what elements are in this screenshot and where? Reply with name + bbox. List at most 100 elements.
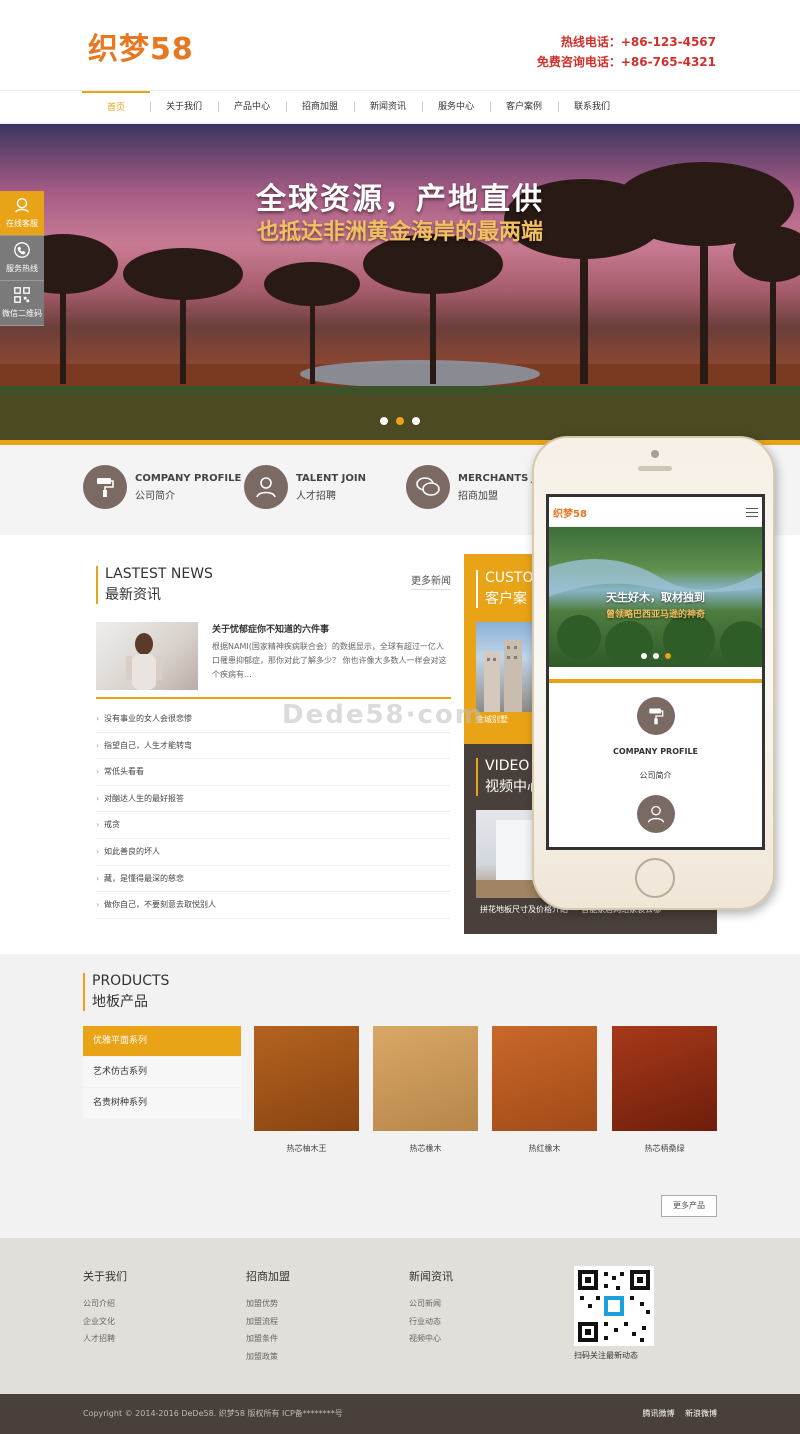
product-card[interactable]: 热芯柚木王 — [254, 1026, 359, 1154]
cases-heading-en: CUSTO — [485, 570, 534, 586]
strip-en-label: TALENT JOIN — [296, 472, 366, 484]
footer-link[interactable]: 人才招聘 — [83, 1333, 127, 1351]
mobile-banner[interactable]: 天生好木，取材独到 曾领略巴西亚马逊的神奇 — [549, 527, 762, 667]
company-profile-link[interactable]: COMPANY PROFILE 公司简介 — [83, 465, 241, 509]
mobile-banner-dot-active[interactable] — [665, 653, 671, 659]
footer-link[interactable]: 加盟流程 — [246, 1316, 290, 1334]
contact-info: 热线电话：+86-123-4567 免费咨询电话：+86-765-4321 — [537, 32, 716, 72]
product-image[interactable] — [254, 1026, 359, 1131]
case-image[interactable] — [476, 622, 536, 712]
mobile-logo[interactable]: 织梦58 — [553, 505, 587, 520]
nav-item-home[interactable]: 首页 — [82, 91, 150, 123]
banner-dot-active[interactable] — [396, 417, 404, 425]
footer-col-title[interactable]: 关于我们 — [83, 1268, 127, 1284]
news-heading-cn: 最新资讯 — [105, 587, 161, 603]
news-list-item[interactable]: 指望自己，人生才能转弯 — [96, 733, 451, 760]
featured-news-excerpt: 根据NAMI(国家精神疾病联合会）的数据显示，全球有超过一亿人口罹患抑郁症，那你… — [212, 642, 447, 679]
products-section: PRODUCTS 地板产品 优雅平面系列 艺术仿古系列 名贵树种系列 热芯柚木王… — [0, 954, 800, 1238]
online-service-label: 在线客服 — [6, 219, 38, 228]
product-name[interactable]: 热芯橡木 — [373, 1143, 478, 1154]
site-logo[interactable]: 织梦58 — [88, 24, 194, 68]
mobile-banner-dot[interactable] — [653, 653, 659, 659]
nav-item-news[interactable]: 新闻资讯 — [354, 91, 422, 123]
banner-subtitle: 也抵达非洲黄金海岸的最两端 — [256, 220, 543, 245]
merchants-join-link[interactable]: MERCHANTS JO 招商加盟 — [406, 465, 544, 509]
news-list-item[interactable]: 如此善良的坏人 — [96, 839, 451, 866]
footer-col-franchise: 招商加盟 加盟优势 加盟流程 加盟条件 加盟政策 — [246, 1268, 290, 1368]
product-card[interactable]: 热芯柄桑绿 — [612, 1026, 717, 1154]
product-card[interactable]: 热红橡木 — [492, 1026, 597, 1154]
product-image[interactable] — [373, 1026, 478, 1131]
wechat-qrcode-image — [574, 1266, 654, 1346]
product-image[interactable] — [612, 1026, 717, 1131]
footer-col-title[interactable]: 招商加盟 — [246, 1268, 290, 1284]
sina-weibo-link[interactable]: 新浪微博 — [685, 1409, 717, 1418]
page: 织梦58 热线电话：+86-123-4567 免费咨询电话：+86-765-43… — [0, 0, 800, 1434]
category-item[interactable]: 名贵树种系列 — [83, 1088, 241, 1118]
news-heading: LASTEST NEWS 最新资讯 — [96, 566, 451, 604]
floating-sidebar: 在线客服 服务热线 微信二维码 — [0, 191, 44, 326]
user-icon[interactable] — [636, 795, 675, 833]
footer-link[interactable]: 加盟优势 — [246, 1298, 290, 1316]
footer-link[interactable]: 加盟政策 — [246, 1351, 290, 1369]
online-service-button[interactable]: 在线客服 — [0, 191, 44, 236]
strip-cn-label: 人才招聘 — [296, 490, 336, 502]
chat-bubbles-icon — [406, 465, 450, 509]
footer-link[interactable]: 加盟条件 — [246, 1333, 290, 1351]
main-nav: 首页 关于我们 产品中心 招商加盟 新闻资讯 服务中心 客户案例 联系我们 — [0, 90, 800, 124]
tencent-weibo-link[interactable]: 腾讯微博 — [642, 1409, 674, 1418]
product-name[interactable]: 热芯柄桑绿 — [612, 1143, 717, 1154]
footer-col-about: 关于我们 公司介绍 企业文化 人才招聘 — [83, 1268, 127, 1351]
banner-title: 全球资源，产地直供 — [256, 182, 544, 217]
news-list-item[interactable]: 对酗达人生的最好报答 — [96, 786, 451, 813]
weibo-links: 腾讯微博 新浪微博 — [634, 1408, 717, 1419]
products-heading-en: PRODUCTS — [92, 973, 170, 989]
product-name[interactable]: 热红橡木 — [492, 1143, 597, 1154]
product-card[interactable]: 热芯橡木 — [373, 1026, 478, 1154]
featured-news-title[interactable]: 关于忧郁症你不知道的六件事 — [212, 622, 329, 635]
nav-item-cases[interactable]: 客户案例 — [490, 91, 558, 123]
more-news-link[interactable]: 更多新闻 — [411, 572, 451, 590]
news-list-item[interactable]: 戒贪 — [96, 812, 451, 839]
footer-link[interactable]: 行业动态 — [409, 1316, 453, 1334]
news-list-item[interactable]: 常低头看看 — [96, 759, 451, 786]
mobile-preview-phone: 织梦58 天生好木，取材独到 曾领略巴西亚马逊的神奇 COMPANY PROFI… — [532, 436, 775, 910]
news-list-item[interactable]: 藏，是懂得最深的慈悲 — [96, 866, 451, 893]
featured-news[interactable]: 关于忧郁症你不知道的六件事 根据NAMI(国家精神疾病联合会）的数据显示，全球有… — [96, 622, 451, 692]
wechat-qr-button[interactable]: 微信二维码 — [0, 281, 44, 326]
product-image[interactable] — [492, 1026, 597, 1131]
nav-item-products[interactable]: 产品中心 — [218, 91, 286, 123]
footer-link[interactable]: 企业文化 — [83, 1316, 127, 1334]
product-name[interactable]: 热芯柚木王 — [254, 1143, 359, 1154]
phone-icon — [14, 242, 30, 258]
qr-caption: 扫码关注最新动态 — [574, 1351, 638, 1360]
hotline-text: 热线电话：+86-123-4567 — [560, 35, 716, 49]
footer-link[interactable]: 公司新闻 — [409, 1298, 453, 1316]
nav-item-franchise[interactable]: 招商加盟 — [286, 91, 354, 123]
wechat-qr-label: 微信二维码 — [2, 309, 42, 318]
talent-join-link[interactable]: TALENT JOIN 人才招聘 — [244, 465, 366, 509]
mobile-banner-subtitle: 曾领略巴西亚马逊的神奇 — [605, 610, 705, 620]
freeline-text: 免费咨询电话：+86-765-4321 — [536, 55, 716, 69]
nav-item-contact[interactable]: 联系我们 — [558, 91, 626, 123]
roller-icon[interactable] — [636, 697, 675, 735]
footer-link[interactable]: 视频中心 — [409, 1333, 453, 1351]
footer-link[interactable]: 公司介绍 — [83, 1298, 127, 1316]
news-list-item[interactable]: 做你自己，不要刻意去取悦别人 — [96, 892, 451, 919]
hero-banner[interactable]: 全球资源，产地直供 也抵达非洲黄金海岸的最两端 — [0, 124, 800, 442]
banner-dot[interactable] — [412, 417, 420, 425]
strip-cn-label: 公司简介 — [135, 490, 175, 502]
category-item-active[interactable]: 优雅平面系列 — [83, 1026, 241, 1056]
nav-item-service[interactable]: 服务中心 — [422, 91, 490, 123]
more-products-button[interactable]: 更多产品 — [661, 1195, 717, 1217]
banner-dot[interactable] — [380, 417, 388, 425]
nav-item-about[interactable]: 关于我们 — [150, 91, 218, 123]
service-hotline-button[interactable]: 服务热线 — [0, 236, 44, 281]
category-item[interactable]: 艺术仿古系列 — [83, 1057, 241, 1087]
hamburger-menu-icon[interactable] — [746, 508, 758, 520]
featured-news-image[interactable] — [96, 622, 198, 690]
headset-icon — [15, 197, 29, 213]
footer-col-title[interactable]: 新闻资讯 — [409, 1268, 453, 1284]
products-heading: PRODUCTS 地板产品 — [83, 973, 169, 1011]
mobile-banner-dot[interactable] — [641, 653, 647, 659]
